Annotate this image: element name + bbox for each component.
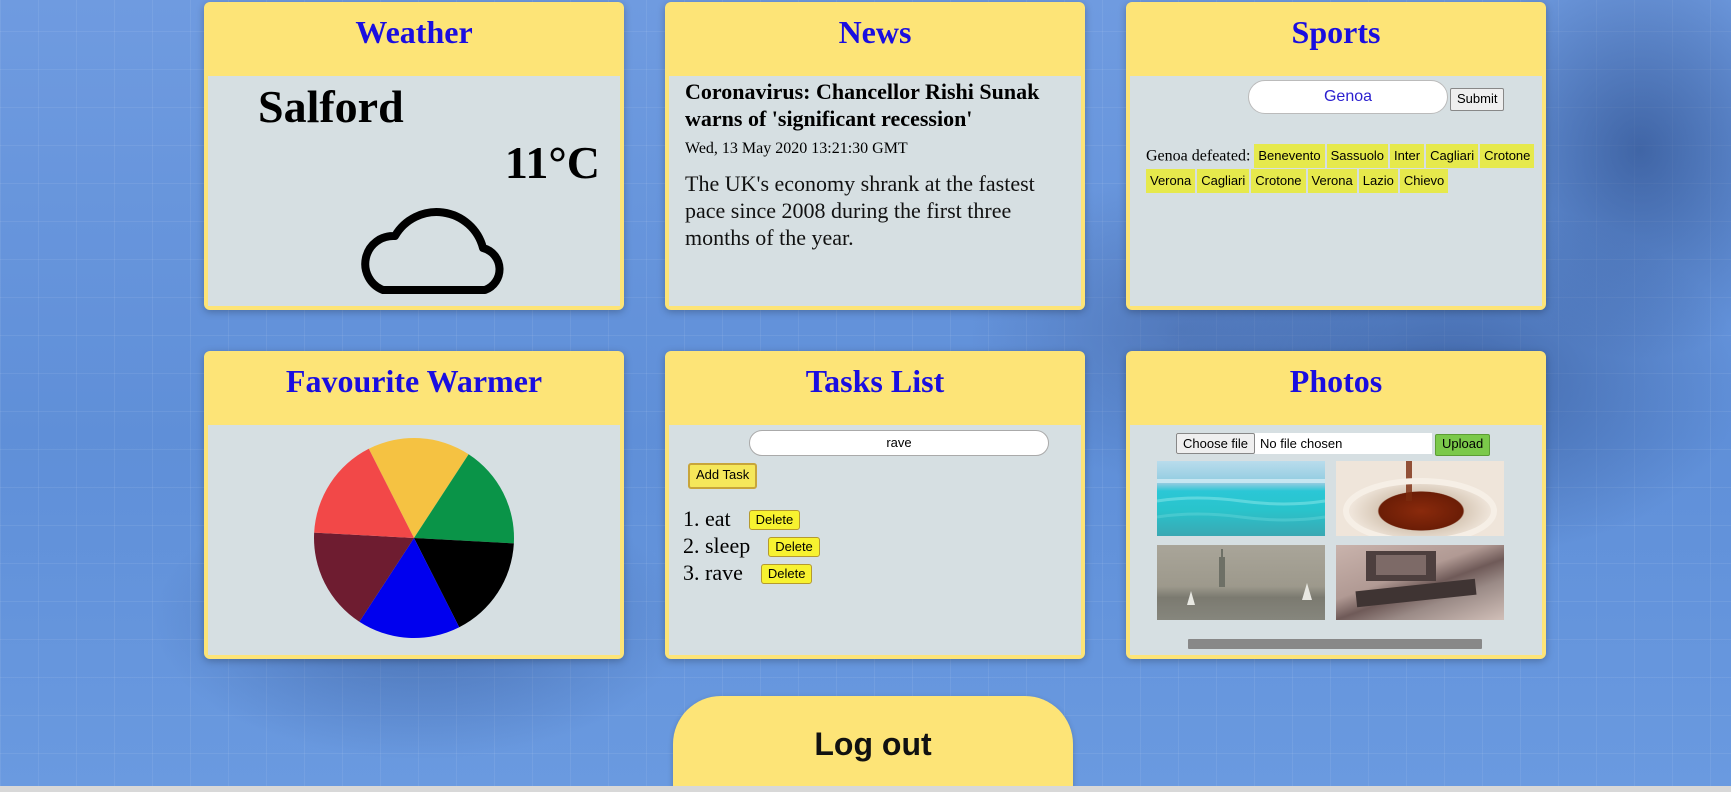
tea-photo[interactable] [1336,461,1504,536]
submit-button[interactable]: Submit [1450,88,1505,111]
warmer-body [208,425,620,655]
tasks-title: Tasks List [805,363,945,399]
sea-photo[interactable] [1157,461,1325,536]
logout-button[interactable]: Log out [673,696,1073,792]
defeated-teams-list: Genoa defeated: Benevento Sassuolo Inter… [1146,144,1541,193]
team-search-input[interactable]: Genoa [1248,80,1448,114]
defeated-team-chip: Crotone [1251,168,1306,193]
photos-title: Photos [1289,363,1383,399]
task-number: 3. [683,560,705,585]
tasks-body: rave Add Task 1. eat Delete 2. sleep Delete… [669,425,1081,655]
computer-photo-art [1355,551,1477,608]
defeated-team-chip: Lazio [1358,168,1398,193]
add-task-button[interactable]: Add Task [688,463,758,489]
task-number: 1. [683,506,705,531]
horizontal-scrollbar[interactable] [0,786,1731,792]
task-item: 3. rave Delete [683,559,820,586]
defeated-team-chip: Verona [1146,168,1196,193]
task-item: 1. eat Delete [683,505,820,532]
warmer-card: Favourite Warmer [204,351,624,659]
news-card: News Coronavirus: Chancellor Rishi Sunak… [665,2,1085,310]
task-list: 1. eat Delete 2. sleep Delete 3. rave Delete [683,505,820,586]
no-file-chosen-label: No file chosen [1260,436,1343,451]
sports-card: Sports Genoa Submit Genoa defeated: Bene… [1126,2,1546,310]
statue-of-liberty-photo[interactable] [1157,545,1325,620]
photo-scrollbar[interactable] [1188,639,1482,649]
choose-file-button[interactable]: Choose file [1176,433,1256,454]
task-text: rave [705,560,743,585]
photos-card: Photos Choose file No file chosen Upload [1126,351,1546,659]
task-text: eat [705,506,731,531]
delete-task-button[interactable]: Delete [748,510,801,530]
weather-body: Salford 11°C [208,76,620,306]
file-input[interactable]: Choose file No file chosen [1176,433,1432,454]
task-item: 2. sleep Delete [683,532,820,559]
task-number: 2. [683,533,705,558]
warmer-pie-chart [314,438,514,638]
task-input[interactable]: rave [749,430,1049,456]
liberty-photo-art [1187,549,1312,605]
news-description: The UK's economy shrank at the fastest p… [685,171,1035,250]
news-date: Wed, 13 May 2020 13:21:30 GMT [685,140,908,157]
defeated-team-chip: Sassuolo [1326,144,1389,169]
upload-button[interactable]: Upload [1435,434,1491,456]
computer-photo[interactable] [1336,545,1504,620]
task-text: sleep [705,533,751,558]
tasks-card: Tasks List rave Add Task 1. eat Delete 2. … [665,351,1085,659]
delete-task-button[interactable]: Delete [768,537,820,557]
sea-photo-art [1157,479,1325,522]
defeated-team-chip: Verona [1307,168,1357,193]
weather-temperature: 11°C [504,137,600,188]
defeated-label: Genoa defeated: [1146,147,1251,165]
sports-body: Genoa Submit Genoa defeated: Benevento S… [1130,76,1542,306]
tea-photo-art [1343,461,1497,536]
defeated-team-chip: Benevento [1254,144,1325,169]
delete-task-button[interactable]: Delete [760,564,813,584]
news-body: Coronavirus: Chancellor Rishi Sunak warn… [669,76,1081,306]
sports-title: Sports [1291,14,1381,50]
weather-title: Weather [355,14,473,50]
photos-body: Choose file No file chosen Upload [1130,425,1542,655]
news-title: News [838,14,912,50]
warmer-title: Favourite Warmer [285,363,543,399]
defeated-team-chip: Chievo [1399,168,1449,193]
defeated-team-chip: Cagliari [1197,168,1250,193]
defeated-team-chip: Cagliari [1426,144,1479,169]
weather-card: Weather Salford 11°C [204,2,624,310]
weather-city: Salford [258,81,404,132]
cloud-icon [361,208,504,294]
defeated-team-chip: Inter [1390,144,1425,169]
news-headline[interactable]: Coronavirus: Chancellor Rishi Sunak warn… [685,78,1073,132]
defeated-team-chip: Crotone [1480,144,1535,169]
